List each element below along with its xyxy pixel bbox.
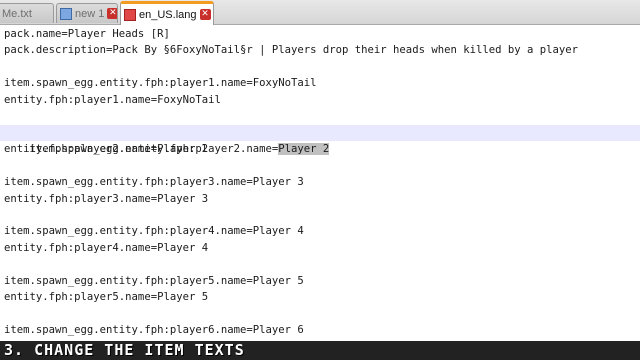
editor-line[interactable] — [0, 207, 640, 223]
editor-line[interactable] — [0, 305, 640, 321]
text-editor[interactable]: pack.name=Player Heads [R] pack.descript… — [0, 25, 640, 341]
editor-line[interactable]: item.spawn_egg.entity.fph:player1.name=F… — [0, 75, 640, 91]
editor-line[interactable] — [0, 59, 640, 75]
tab-readme[interactable]: Me.txt — [0, 3, 54, 23]
editor-line[interactable] — [0, 256, 640, 272]
editor-line[interactable]: entity.fph:player4.name=Player 4 — [0, 240, 640, 256]
close-icon[interactable]: ✕ — [199, 9, 211, 20]
editor-line[interactable]: pack.name=Player Heads [R] — [0, 26, 640, 42]
editor-line[interactable] — [0, 108, 640, 124]
current-line[interactable]: item.spawn_egg.entity.fph:player2.name=P… — [0, 125, 640, 156]
editor-line[interactable]: item.spawn_egg.entity.fph:player3.name=P… — [0, 174, 640, 190]
unsaved-file-icon — [124, 8, 136, 21]
editor-line[interactable]: item.spawn_egg.entity.fph:player4.name=P… — [0, 223, 640, 239]
tab-en-us-lang[interactable]: en_US.lang ✕ — [120, 1, 214, 25]
caption-bar: 3. CHANGE THE ITEM TEXTS — [0, 341, 640, 360]
editor-line[interactable]: item.spawn_egg.entity.fph:player5.name=P… — [0, 273, 640, 289]
editor-line[interactable] — [0, 158, 640, 174]
tab-label: new 1 — [75, 7, 105, 20]
tab-bar: Me.txt new 1 ✕ en_US.lang ✕ — [0, 0, 640, 25]
editor-line[interactable]: pack.description=Pack By §6FoxyNoTail§r … — [0, 42, 640, 58]
tab-new-1[interactable]: new 1 ✕ — [56, 3, 118, 23]
video-caption: 3. CHANGE THE ITEM TEXTS — [4, 341, 245, 359]
close-icon[interactable]: ✕ — [107, 8, 117, 19]
editor-line[interactable]: entity.fph:player3.name=Player 3 — [0, 191, 640, 207]
tab-label: en_US.lang — [139, 8, 197, 21]
editor-line[interactable]: entity.fph:player5.name=Player 5 — [0, 289, 640, 305]
file-icon — [60, 7, 72, 20]
editor-line[interactable]: item.spawn_egg.entity.fph:player6.name=P… — [0, 322, 640, 338]
tab-label: Me.txt — [2, 7, 32, 20]
editor-line[interactable]: entity.fph:player1.name=FoxyNoTail — [0, 92, 640, 108]
editor-line[interactable]: entity.fph:player2.name=Player 2 — [0, 141, 640, 157]
